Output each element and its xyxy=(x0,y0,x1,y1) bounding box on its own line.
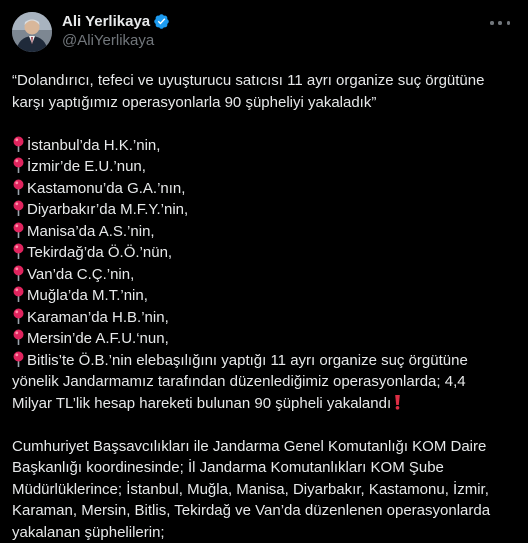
list-item: Diyarbakır’da M.F.Y.’nin, xyxy=(12,199,514,221)
list-item-text: Diyarbakır’da M.F.Y.’nin, xyxy=(27,201,188,218)
round-pushpin-icon xyxy=(12,222,25,238)
round-pushpin-icon xyxy=(12,308,25,324)
headline-line: karşı yaptığımız operasyonlarla 90 şüphe… xyxy=(12,92,514,114)
paragraph-gap xyxy=(12,414,514,436)
list-item-text: Manisa’da A.S.’nin, xyxy=(27,223,155,240)
avatar-image xyxy=(12,12,52,52)
headline-line: “Dolandırıcı, tefeci ve uyuşturucu satıc… xyxy=(12,70,514,92)
display-name[interactable]: Ali Yerlikaya xyxy=(62,12,150,31)
list-item-text: Mersin’de A.F.U.‘nun, xyxy=(27,330,169,347)
list-item: İzmir’de E.U.’nun, xyxy=(12,156,514,178)
list-item-text: İstanbul’da H.K.’nin, xyxy=(27,137,160,154)
list-item-text: Bitlis’te Ö.B.’nin elebaşılığını yaptığı… xyxy=(27,352,468,369)
paragraph-line: Müdürlüklerince; İstanbul, Muğla, Manisa… xyxy=(12,479,514,501)
list-item: İstanbul’da H.K.’nin, xyxy=(12,135,514,157)
author-info: Ali Yerlikaya @AliYerlikaya xyxy=(62,10,170,50)
paragraph-gap xyxy=(12,113,514,135)
tweet-header: Ali Yerlikaya @AliYerlikaya xyxy=(12,10,514,58)
list-item-text: Kastamonu’da G.A.’nın, xyxy=(27,180,185,197)
summary-line: Milyar TL’lik hesap hareketi bulunan 90 … xyxy=(12,393,514,415)
paragraph-2: Cumhuriyet Başsavcılıkları ile Jandarma … xyxy=(12,436,514,543)
round-pushpin-icon xyxy=(12,136,25,152)
list-item: Kastamonu’da G.A.’nın, xyxy=(12,178,514,200)
list-item: Van’da C.Ç.’nin, xyxy=(12,264,514,286)
paragraph-line: Karaman, Mersin, Bitlis, Tekirdağ ve Van… xyxy=(12,500,514,522)
paragraph-line: yakalanan şüphelilerin; xyxy=(12,522,514,543)
paragraph-line: Başkanlığı koordinesinde; İl Jandarma Ko… xyxy=(12,457,514,479)
tweet-text: “Dolandırıcı, tefeci ve uyuşturucu satıc… xyxy=(12,70,514,543)
round-pushpin-icon xyxy=(12,286,25,302)
operation-list: İstanbul’da H.K.’nin, İzmir’de E.U.’nun, K… xyxy=(12,135,514,350)
list-item: Manisa’da A.S.’nin, xyxy=(12,221,514,243)
list-item: Karaman’da H.B.’nin, xyxy=(12,307,514,329)
list-item: Tekirdağ’da Ö.Ö.’nün, xyxy=(12,242,514,264)
round-pushpin-icon xyxy=(12,200,25,216)
list-item-text: Van’da C.Ç.’nin, xyxy=(27,266,134,283)
list-item-text: Tekirdağ’da Ö.Ö.’nün, xyxy=(27,244,172,261)
user-avatar[interactable] xyxy=(12,12,52,52)
list-item: Bitlis’te Ö.B.’nin elebaşılığını yaptığı… xyxy=(12,350,514,372)
paragraph-line: Cumhuriyet Başsavcılıkları ile Jandarma … xyxy=(12,436,514,458)
list-item: Muğla’da M.T.’nin, xyxy=(12,285,514,307)
list-item-text: Muğla’da M.T.’nin, xyxy=(27,287,148,304)
list-item: Mersin’de A.F.U.‘nun, xyxy=(12,328,514,350)
display-name-row: Ali Yerlikaya xyxy=(62,12,170,31)
round-pushpin-icon xyxy=(12,243,25,259)
summary-line: yönelik Jandarmamız tarafından düzenledi… xyxy=(12,371,514,393)
user-handle[interactable]: @AliYerlikaya xyxy=(62,31,170,50)
round-pushpin-icon xyxy=(12,179,25,195)
round-pushpin-icon xyxy=(12,265,25,281)
red-exclamation-icon xyxy=(393,394,402,410)
round-pushpin-icon xyxy=(12,157,25,173)
verified-badge-icon[interactable] xyxy=(153,13,170,30)
tweet: Ali Yerlikaya @AliYerlikaya “Dolandırıcı… xyxy=(0,0,528,538)
round-pushpin-icon xyxy=(12,351,25,367)
summary-text: Milyar TL’lik hesap hareketi bulunan 90 … xyxy=(12,395,391,412)
more-options-icon[interactable] xyxy=(490,14,510,32)
list-item-text: İzmir’de E.U.’nun, xyxy=(27,158,146,175)
round-pushpin-icon xyxy=(12,329,25,345)
list-item-text: Karaman’da H.B.’nin, xyxy=(27,309,169,326)
